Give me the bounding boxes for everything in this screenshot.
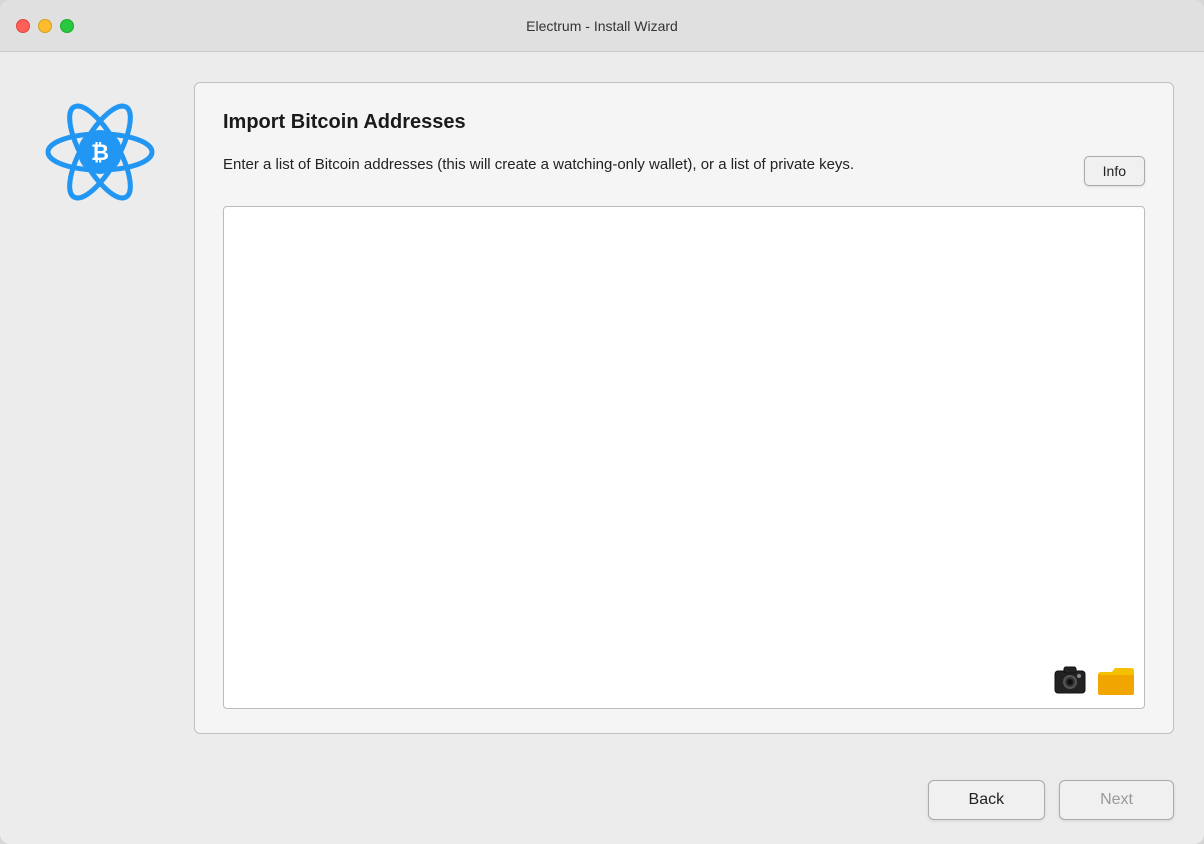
- content-area: ₿ Import Bitcoin Addresses Enter a list …: [0, 52, 1204, 764]
- next-button[interactable]: Next: [1059, 780, 1174, 820]
- panel-title: Import Bitcoin Addresses: [223, 111, 1145, 134]
- description-text: Enter a list of Bitcoin addresses (this …: [223, 154, 1068, 177]
- app-window: Electrum - Install Wizard ₿ Import Bitco…: [0, 0, 1204, 844]
- window-title: Electrum - Install Wizard: [526, 18, 678, 34]
- camera-icon[interactable]: [1051, 661, 1089, 699]
- folder-icon[interactable]: [1097, 661, 1135, 699]
- back-button[interactable]: Back: [928, 780, 1046, 820]
- title-bar: Electrum - Install Wizard: [0, 0, 1204, 52]
- textarea-container: [223, 206, 1145, 709]
- maximize-button[interactable]: [60, 19, 74, 33]
- close-button[interactable]: [16, 19, 30, 33]
- svg-text:₿: ₿: [91, 140, 109, 165]
- traffic-lights: [16, 19, 74, 33]
- main-panel: Import Bitcoin Addresses Enter a list of…: [194, 82, 1174, 734]
- electrum-logo: ₿: [40, 92, 160, 212]
- minimize-button[interactable]: [38, 19, 52, 33]
- addresses-textarea[interactable]: [223, 206, 1145, 709]
- info-button[interactable]: Info: [1084, 156, 1145, 186]
- footer-buttons: Back Next: [0, 764, 1204, 844]
- logo-section: ₿: [30, 82, 170, 734]
- description-row: Enter a list of Bitcoin addresses (this …: [223, 154, 1145, 186]
- textarea-icons: [1051, 661, 1135, 699]
